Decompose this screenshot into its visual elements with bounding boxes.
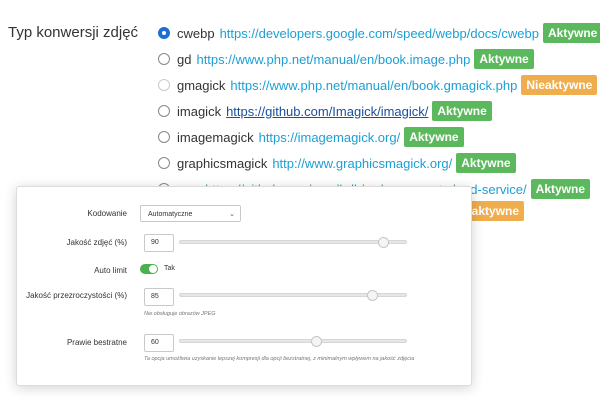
option-name: cwebp	[177, 25, 215, 41]
auto-limit-value: Tak	[164, 265, 175, 272]
option-name: gd	[177, 51, 192, 67]
quality-slider[interactable]	[179, 237, 407, 248]
status-badge: Aktywne	[474, 49, 534, 69]
encoding-select[interactable]: Automatyczne ⌄	[140, 205, 241, 222]
status-badge: Nieaktywne	[521, 75, 598, 95]
near-lossless-slider-thumb[interactable]	[310, 336, 322, 347]
near-lossless-input[interactable]: 60	[144, 334, 174, 352]
near-lossless-slider[interactable]	[179, 336, 407, 347]
section-title: Typ konwersji zdjęć	[8, 24, 139, 41]
quality-input[interactable]: 90	[144, 234, 174, 252]
option-link[interactable]: https://imagemagick.org/	[259, 130, 401, 145]
option-name: gmagick	[177, 77, 226, 93]
option-name: graphicsmagick	[177, 155, 268, 171]
option-imagick[interactable]: imagick https://github.com/Imagick/imagi…	[158, 100, 492, 122]
status-badge: Aktywne	[432, 101, 492, 121]
option-graphicsmagick[interactable]: graphicsmagick http://www.graphicsmagick…	[158, 152, 516, 174]
status-badge: Aktywne	[456, 153, 516, 173]
conversion-settings-popup: Kodowanie Automatyczne ⌄ Jakość zdjęć (%…	[16, 186, 472, 386]
radio-graphicsmagick[interactable]	[158, 157, 170, 169]
alpha-quality-slider[interactable]	[179, 290, 407, 301]
alpha-quality-input[interactable]: 85	[144, 288, 174, 306]
option-link[interactable]: http://www.graphicsmagick.org/	[272, 156, 452, 171]
radio-gmagick[interactable]	[158, 79, 170, 91]
status-badge: Aktywne	[404, 127, 464, 147]
encoding-label: Kodowanie	[87, 209, 127, 218]
alpha-note: Nie obsługuje obrazów JPEG	[144, 311, 216, 317]
option-imagemagick[interactable]: imagemagick https://imagemagick.org/ Akt…	[158, 126, 464, 148]
encoding-value: Automatyczne	[148, 211, 193, 218]
auto-limit-toggle[interactable]	[140, 264, 158, 274]
toggle-knob	[149, 265, 157, 273]
radio-imagick[interactable]	[158, 105, 170, 117]
quality-label: Jakość zdjęć (%)	[66, 238, 127, 247]
option-link[interactable]: https://www.php.net/manual/en/book.image…	[196, 52, 470, 67]
chevron-down-icon: ⌄	[229, 211, 235, 218]
near-lossless-note: Ta opcja umożliwia uzyskanie lepszej kom…	[144, 356, 415, 362]
option-link[interactable]: https://developers.google.com/speed/webp…	[220, 26, 539, 41]
option-gd[interactable]: gd https://www.php.net/manual/en/book.im…	[158, 48, 534, 70]
quality-slider-thumb[interactable]	[378, 237, 390, 248]
auto-limit-label: Auto limit	[94, 266, 127, 275]
radio-cwebp[interactable]	[158, 27, 170, 39]
option-name: imagemagick	[177, 129, 254, 145]
alpha-quality-slider-thumb[interactable]	[367, 290, 379, 301]
radio-imagemagick[interactable]	[158, 131, 170, 143]
radio-gd[interactable]	[158, 53, 170, 65]
option-link[interactable]: https://www.php.net/manual/en/book.gmagi…	[230, 78, 517, 93]
option-gmagick[interactable]: gmagick https://www.php.net/manual/en/bo…	[158, 74, 598, 96]
status-badge: Aktywne	[530, 179, 591, 199]
option-name: imagick	[177, 103, 222, 119]
option-link[interactable]: https://github.com/Imagick/imagick/	[226, 104, 428, 119]
status-badge: Aktywne	[543, 23, 600, 43]
alpha-quality-label: Jakość przezroczystości (%)	[26, 291, 127, 300]
option-cwebp[interactable]: cwebp https://developers.google.com/spee…	[158, 22, 600, 44]
near-lossless-label: Prawie bestratne	[66, 338, 127, 347]
